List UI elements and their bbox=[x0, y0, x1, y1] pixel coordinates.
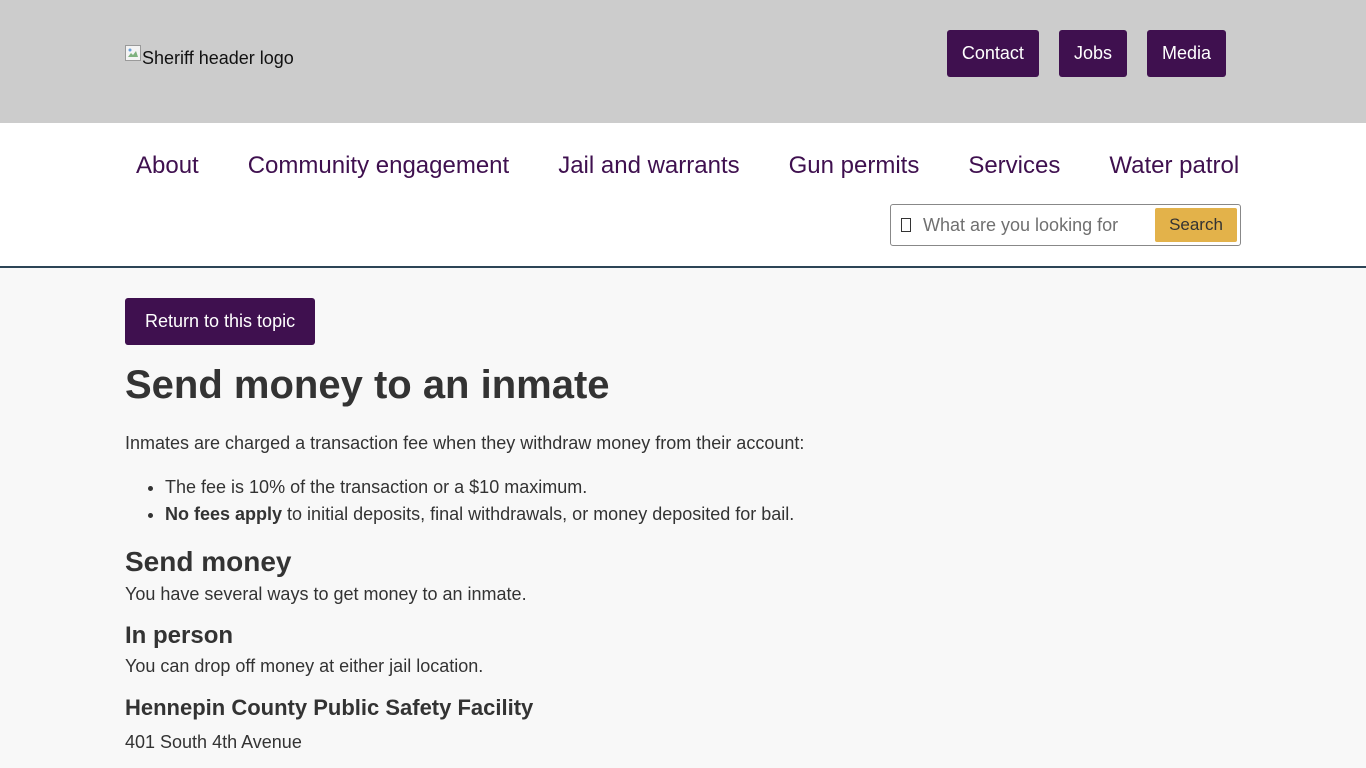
send-money-heading: Send money bbox=[125, 546, 292, 577]
search-icon bbox=[901, 218, 911, 232]
contact-button[interactable]: Contact bbox=[946, 30, 1039, 77]
fee-item-text: The fee is 10% of the transaction or a $… bbox=[165, 477, 588, 497]
list-item: No fees apply to initial deposits, final… bbox=[165, 501, 1241, 528]
nav-item-jail-and-warrants[interactable]: Jail and warrants bbox=[558, 152, 739, 180]
location-heading: Hennepin County Public Safety Facility bbox=[125, 695, 534, 720]
top-header: Sheriff header logo Contact Jobs Media bbox=[0, 0, 1366, 123]
utility-nav: Contact Jobs Media bbox=[946, 30, 1226, 77]
location-address: 401 South 4th Avenue bbox=[125, 732, 302, 752]
fee-item-text: to initial deposits, final withdrawals, … bbox=[282, 504, 795, 524]
main-nav: About Community engagement Jail and warr… bbox=[136, 152, 1239, 180]
intro-text: Inmates are charged a transaction fee wh… bbox=[125, 433, 805, 453]
page-title: Send money to an inmate bbox=[125, 363, 610, 407]
broken-image-icon bbox=[125, 44, 141, 61]
nav-item-services[interactable]: Services bbox=[968, 152, 1060, 180]
nav-item-about[interactable]: About bbox=[136, 152, 199, 180]
in-person-heading: In person bbox=[125, 622, 234, 649]
fee-list: The fee is 10% of the transaction or a $… bbox=[125, 474, 1241, 528]
media-button[interactable]: Media bbox=[1146, 30, 1226, 77]
logo-alt-text: Sheriff header logo bbox=[142, 48, 294, 68]
sheriff-logo[interactable]: Sheriff header logo bbox=[125, 44, 294, 69]
no-fees-emphasis: No fees apply bbox=[165, 504, 283, 524]
return-to-topic-button[interactable]: Return to this topic bbox=[125, 298, 316, 345]
search-input[interactable] bbox=[919, 208, 1155, 242]
search-form: Search bbox=[890, 204, 1241, 246]
nav-item-community-engagement[interactable]: Community engagement bbox=[248, 152, 509, 180]
in-person-text: You can drop off money at either jail lo… bbox=[125, 656, 484, 676]
jobs-button[interactable]: Jobs bbox=[1058, 30, 1127, 77]
send-money-text: You have several ways to get money to an… bbox=[125, 584, 527, 604]
main-content: Return to this topic Send money to an in… bbox=[125, 298, 1241, 754]
list-item: The fee is 10% of the transaction or a $… bbox=[165, 474, 1241, 501]
main-nav-area: About Community engagement Jail and warr… bbox=[0, 123, 1366, 268]
search-button[interactable]: Search bbox=[1155, 208, 1237, 242]
nav-item-water-patrol[interactable]: Water patrol bbox=[1109, 152, 1239, 180]
nav-item-gun-permits[interactable]: Gun permits bbox=[789, 152, 920, 180]
